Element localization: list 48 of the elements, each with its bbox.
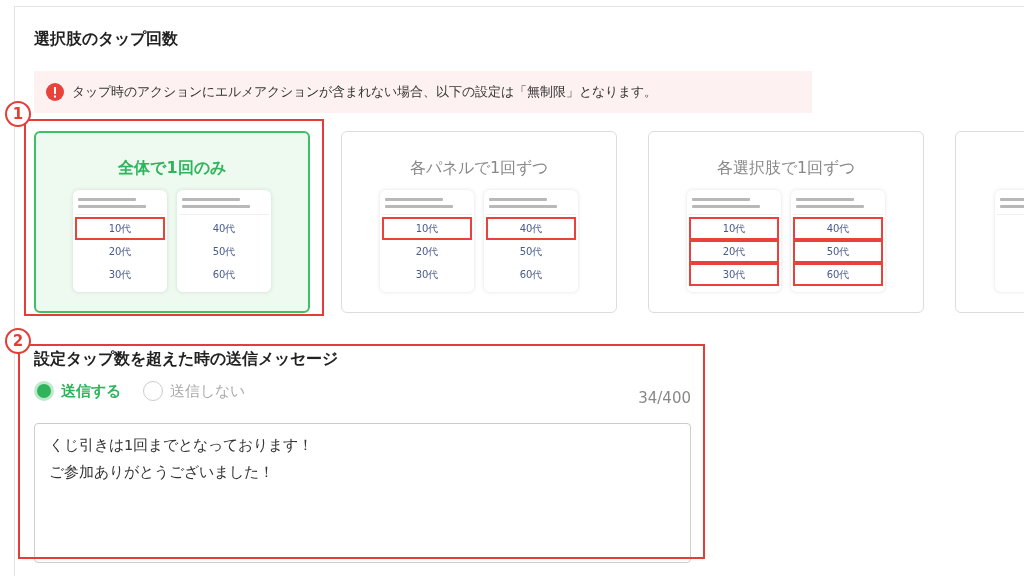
choice-option: 30代 bbox=[75, 263, 165, 286]
choice-option: 50代 bbox=[486, 240, 576, 263]
radio-label: 送信する bbox=[61, 381, 121, 401]
card-title: 各パネルで1回ずつ bbox=[409, 157, 549, 179]
choice-option: 50代 bbox=[179, 240, 269, 263]
placeholder-line bbox=[385, 205, 453, 208]
placeholder-line bbox=[182, 198, 240, 201]
placeholder-line bbox=[182, 205, 250, 208]
choice-option: 20代 bbox=[75, 240, 165, 263]
choice-option: 30代 bbox=[382, 263, 472, 286]
choice-option: 60代 bbox=[793, 263, 883, 286]
placeholder-line bbox=[385, 198, 443, 201]
choice-option: 60代 bbox=[179, 263, 269, 286]
choice-option: 40代 bbox=[179, 217, 269, 240]
choice-option: 10代 bbox=[689, 217, 779, 240]
option-card[interactable]: 各選択肢で1回ずつ 10代 20代 30代 40代 50代 60代 bbox=[648, 131, 924, 313]
choice-option: 20代 bbox=[689, 240, 779, 263]
section-title: 選択肢のタップ回数 bbox=[34, 28, 179, 50]
placeholder-line bbox=[489, 205, 557, 208]
choice-option: 60代 bbox=[486, 263, 576, 286]
choice-option: 30代 bbox=[689, 263, 779, 286]
option-card[interactable]: 各パネルで1回ずつ 10代 20代 30代 40代 50代 60代 bbox=[341, 131, 617, 313]
placeholder-line bbox=[692, 205, 760, 208]
choice-option: 10代 bbox=[382, 217, 472, 240]
placeholder-line bbox=[796, 198, 854, 201]
placeholder-line bbox=[692, 198, 750, 201]
choice-option: 40代 bbox=[793, 217, 883, 240]
alert-text: タップ時のアクションにエルメアクションが含まれない場合、以下の設定は「無制限」となります。 bbox=[72, 83, 657, 101]
radio-label: 送信しない bbox=[170, 381, 245, 401]
placeholder-line bbox=[78, 198, 136, 201]
choice-option: 50代 bbox=[793, 240, 883, 263]
message-line: ご参加ありがとうございました！ bbox=[49, 463, 275, 482]
choice-option: 20代 bbox=[382, 240, 472, 263]
alert-icon bbox=[46, 83, 64, 101]
character-counter: 34/400 bbox=[638, 389, 691, 407]
placeholder-line bbox=[78, 205, 146, 208]
card-title: 各選択肢で1回ずつ bbox=[716, 157, 856, 179]
card-title: 全体で1回のみ bbox=[118, 157, 226, 179]
placeholder-line bbox=[489, 198, 547, 201]
message-field[interactable]: くじ引きは1回までとなっております！ ご参加ありがとうございました！ bbox=[34, 423, 691, 563]
choice-option: 40代 bbox=[486, 217, 576, 240]
placeholder-line bbox=[796, 205, 864, 208]
section-title: 設定タップ数を超えた時の送信メッセージ bbox=[34, 348, 339, 370]
message-line: くじ引きは1回までとなっております！ bbox=[49, 436, 315, 455]
step-number-badge: 2 bbox=[5, 328, 31, 354]
choice-option: 10代 bbox=[75, 217, 165, 240]
option-card[interactable]: 全体で1回のみ 10代 20代 30代 40代 50代 60代 bbox=[34, 131, 310, 313]
step-number-badge: 1 bbox=[5, 101, 31, 127]
